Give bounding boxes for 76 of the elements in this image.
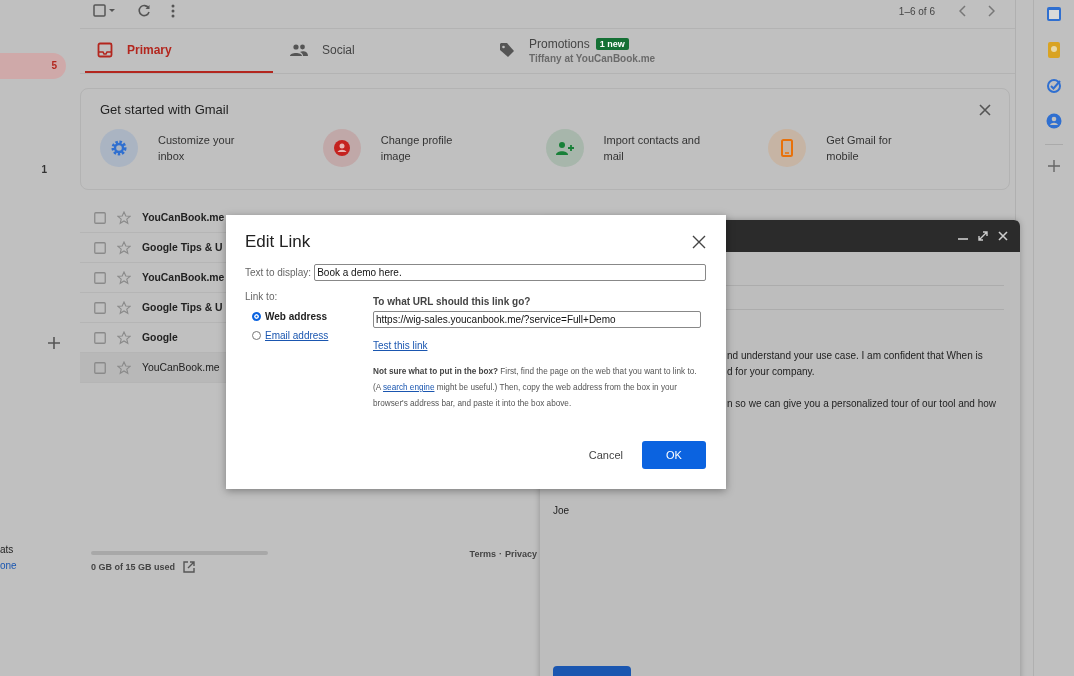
close-icon[interactable]	[692, 235, 706, 249]
tag-icon	[499, 42, 515, 58]
checkbox-icon[interactable]	[94, 301, 106, 314]
star-icon[interactable]	[117, 360, 131, 375]
new-badge: 1 new	[595, 37, 629, 50]
field-label: Link to:	[245, 291, 279, 302]
calendar-icon[interactable]	[1046, 6, 1062, 22]
radio-button[interactable]	[252, 331, 261, 340]
field-label: Text to display:	[245, 267, 312, 278]
radio-button[interactable]	[252, 312, 261, 321]
label-count[interactable]: 1	[0, 157, 56, 183]
refresh-icon[interactable]	[137, 4, 151, 18]
inbox-tab[interactable]: Primary	[85, 29, 273, 73]
message-text: nd understand your use case. I am confident that When is	[727, 349, 984, 363]
external-link-icon[interactable]	[183, 561, 196, 573]
person-icon[interactable]	[1046, 113, 1062, 129]
inbox-tab[interactable]: Promotions 1 new Tiffany at YouCanBook.me	[487, 29, 675, 73]
star-icon[interactable]	[117, 330, 131, 345]
cancel-button[interactable]: Cancel	[588, 445, 623, 465]
ok-button[interactable]: OK	[642, 441, 706, 469]
sender-name: YouCanBook.me	[142, 362, 220, 373]
inbox-tab[interactable]: Social	[278, 29, 482, 73]
checkbox-icon[interactable]	[94, 211, 106, 224]
close-icon[interactable]	[979, 103, 991, 116]
url-field[interactable]: https://wig-sales.youcanbook.me/?service=Full+Demo	[373, 311, 701, 328]
sender-name: Google Tips & U	[142, 302, 223, 313]
help-text: Not sure what to put in the box? First, find the page on the web that you want to link to. (A search engine might be useful.) Then, copy the web address from the box in your browser's address bar, and paste it into the box above.	[373, 366, 698, 410]
checkbox-icon[interactable]	[93, 4, 117, 18]
setup-label[interactable]: Import contacts and mail	[603, 132, 704, 164]
sender-name: Google	[142, 332, 178, 343]
setup-icon[interactable]	[768, 129, 807, 167]
next-icon[interactable]	[987, 5, 995, 17]
setup-label[interactable]: Get Gmail for mobile	[826, 132, 927, 164]
setup-label[interactable]: Customize your inbox	[158, 132, 258, 164]
card-title: Get started with Gmail	[100, 102, 229, 117]
sender-name: YouCanBook.me	[142, 212, 225, 223]
option-label[interactable]: Web address	[265, 311, 328, 322]
sender-name: YouCanBook.me	[142, 272, 225, 283]
message-text: n so we can give you a personalized tour of our tool and how	[727, 397, 997, 411]
storage-text: 0 GB of 15 GB used	[91, 562, 176, 572]
people-icon	[290, 44, 308, 56]
inbox-icon	[97, 42, 113, 58]
sidebar-text: ats	[0, 543, 15, 557]
search-engine-link[interactable]: search engine	[383, 383, 435, 392]
page-range: 1–6 of 6	[898, 5, 935, 17]
setup-icon[interactable]	[100, 129, 138, 167]
footer-link[interactable]: Privacy	[504, 549, 537, 561]
url-heading: To what URL should this link go?	[373, 296, 532, 307]
setup-icon[interactable]	[322, 129, 361, 167]
test-link[interactable]: Test this link	[373, 340, 428, 351]
dialog-title: Edit Link	[245, 232, 311, 252]
checkbox-icon[interactable]	[94, 241, 106, 254]
checkbox-icon[interactable]	[94, 361, 106, 374]
star-icon[interactable]	[117, 210, 131, 225]
footer-link[interactable]: Terms	[469, 549, 496, 561]
previous-icon[interactable]	[959, 5, 967, 17]
signature-text: Joe	[553, 505, 570, 516]
checkbox-icon[interactable]	[94, 331, 106, 344]
check-circle-icon[interactable]	[1046, 78, 1062, 94]
sidebar-text: one	[0, 559, 17, 573]
note-icon[interactable]	[1047, 41, 1061, 59]
setup-icon[interactable]	[545, 129, 584, 167]
star-icon[interactable]	[117, 240, 131, 255]
more-icon[interactable]	[171, 4, 175, 18]
star-icon[interactable]	[117, 300, 131, 315]
option-label[interactable]: Email address	[265, 330, 329, 341]
expand-icon[interactable]	[978, 231, 988, 241]
text-field[interactable]: Book a demo here.	[314, 264, 706, 281]
add-icon[interactable]	[47, 336, 61, 350]
sender-name: Google Tips & U	[142, 242, 223, 253]
separator-dot: ·	[498, 549, 502, 561]
checkbox-icon[interactable]	[94, 271, 106, 284]
setup-label[interactable]: Change profile image	[380, 132, 481, 164]
add-icon[interactable]	[1048, 160, 1060, 172]
message-text: d for your company.	[727, 365, 816, 379]
star-icon[interactable]	[117, 270, 131, 285]
